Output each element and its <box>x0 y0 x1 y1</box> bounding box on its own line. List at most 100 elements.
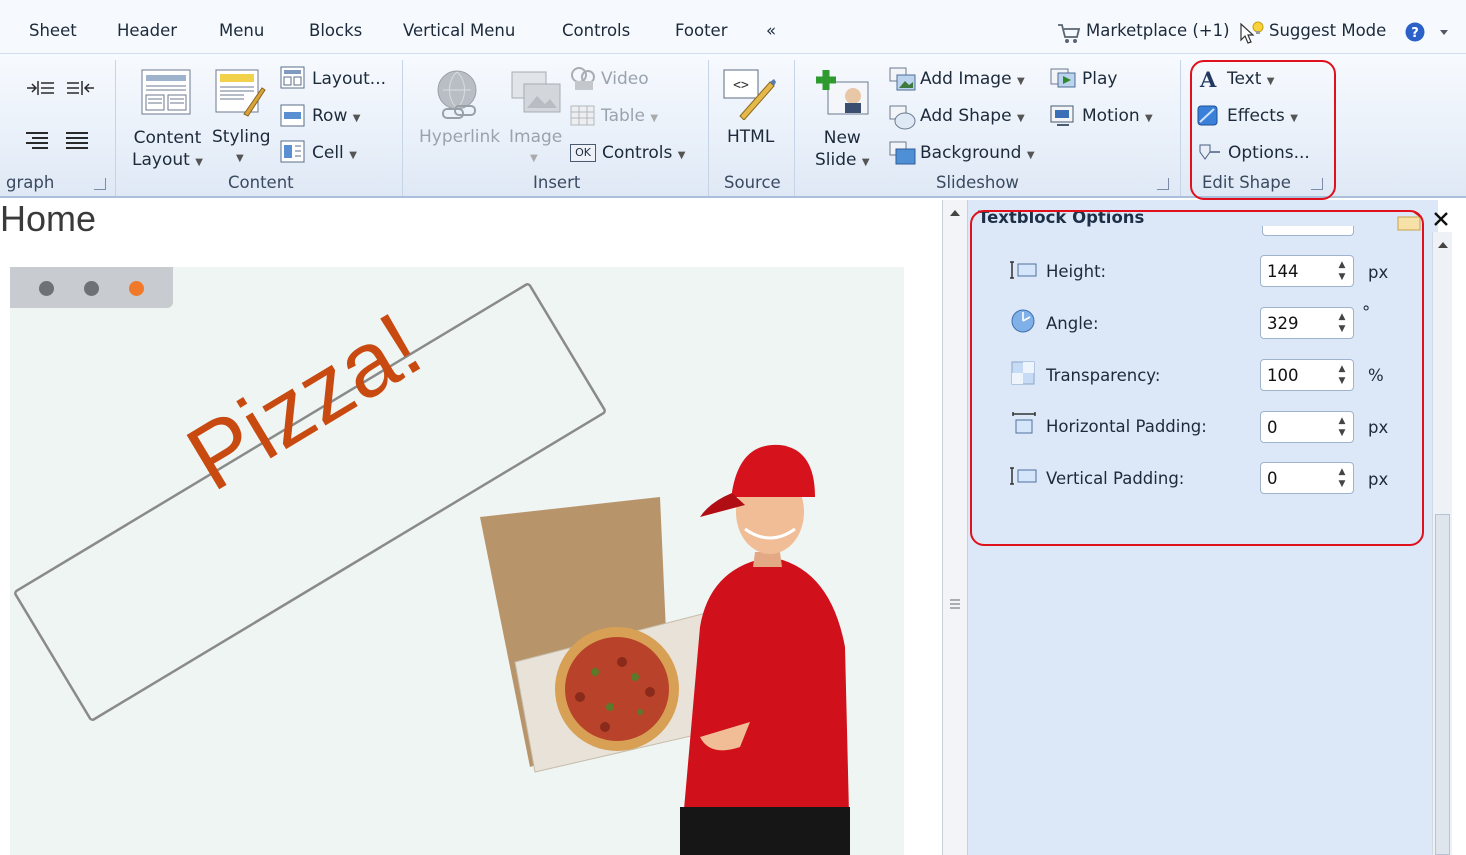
tab-footer[interactable]: Footer <box>675 21 728 40</box>
caret-down-icon: ▼ <box>1145 113 1153 124</box>
add-shape-button[interactable]: Add Shape ▼ <box>920 106 1025 126</box>
slide-pager <box>10 267 173 308</box>
tab-sheet[interactable]: Sheet <box>29 21 77 40</box>
insert-group-label: Insert <box>533 173 581 192</box>
paragraph-group-label: graph <box>6 173 55 192</box>
slideshow-launcher-icon[interactable] <box>1157 178 1169 190</box>
content-group-label: Content <box>228 173 294 192</box>
slide-dot-3-active[interactable] <box>129 281 144 296</box>
paragraph-launcher-icon[interactable] <box>94 178 106 190</box>
caret-down-icon: ▼ <box>236 153 244 164</box>
row-icon <box>280 104 305 127</box>
group-separator <box>794 60 795 196</box>
suggest-mode-button[interactable]: Suggest Mode <box>1269 21 1386 40</box>
add-image-button[interactable]: Add Image ▼ <box>920 69 1025 89</box>
caret-down-icon: ▼ <box>861 157 870 168</box>
new-slide-label-2: Slide <box>815 150 857 170</box>
html-button[interactable]: HTML <box>727 127 774 147</box>
tab-menu[interactable]: Menu <box>219 21 264 40</box>
scroll-up-icon[interactable] <box>1437 240 1449 250</box>
add-shape-label: Add Shape <box>920 106 1012 126</box>
layout-icon <box>280 66 305 89</box>
add-shape-icon <box>889 105 916 130</box>
grip-icon <box>950 599 960 609</box>
caret-down-icon: ▼ <box>1016 113 1025 124</box>
cell-label: Cell <box>312 143 344 163</box>
cart-icon <box>1058 24 1081 43</box>
caret-down-icon: ▼ <box>349 150 357 161</box>
group-separator <box>1180 60 1181 196</box>
indent-icon[interactable] <box>26 78 56 98</box>
align-right-icon[interactable] <box>24 130 50 150</box>
collapse-ribbon-button[interactable]: « <box>766 21 776 40</box>
close-panel-icon[interactable] <box>1432 210 1450 228</box>
tab-vertical-menu[interactable]: Vertical Menu <box>403 21 515 40</box>
background-button[interactable]: Background ▼ <box>920 143 1035 163</box>
caret-down-icon: ▼ <box>195 157 203 168</box>
table-button[interactable]: Table ▼ <box>601 106 658 126</box>
controls-icon: OK <box>570 144 596 162</box>
panel-scrollbar[interactable] <box>1432 232 1452 855</box>
cell-icon <box>280 140 305 163</box>
new-slide-icon <box>816 70 869 115</box>
image-button[interactable]: Image <box>509 127 562 147</box>
menu-tab-bar: Sheet Header Menu Blocks Vertical Menu C… <box>0 0 1466 54</box>
play-button[interactable]: Play <box>1082 69 1117 89</box>
content-layout-icon <box>141 69 191 115</box>
background-label: Background <box>920 143 1022 163</box>
content-layout-button[interactable]: Content Layout ▼ <box>132 127 203 174</box>
add-image-icon <box>889 67 916 91</box>
controls-label: Controls <box>602 143 673 163</box>
image-icon <box>511 71 561 113</box>
caret-down-icon: ▼ <box>677 150 686 161</box>
play-icon <box>1050 68 1076 88</box>
video-button[interactable]: Video <box>601 69 649 89</box>
caret-down-icon: ▼ <box>1016 76 1025 87</box>
new-slide-button[interactable]: New Slide ▼ <box>815 127 870 174</box>
page-title: Home <box>0 198 97 239</box>
group-separator <box>402 60 403 196</box>
slide-canvas[interactable]: Pizza! <box>10 267 904 855</box>
motion-button[interactable]: Motion ▼ <box>1082 106 1153 126</box>
table-label: Table <box>601 106 645 126</box>
slide-dot-2[interactable] <box>84 281 99 296</box>
slide-dot-1[interactable] <box>39 281 54 296</box>
tab-header[interactable]: Header <box>117 21 177 40</box>
svg-text:?: ? <box>1411 26 1419 41</box>
help-icon[interactable]: ? <box>1404 21 1426 43</box>
marketplace-link[interactable]: Marketplace (+1) <box>1086 21 1230 40</box>
controls-button[interactable]: Controls ▼ <box>602 143 685 163</box>
row-button[interactable]: Row ▼ <box>312 106 360 126</box>
html-source-icon: <> <box>723 69 776 120</box>
group-separator <box>708 60 709 196</box>
hyperlink-button[interactable]: Hyperlink <box>419 127 500 147</box>
svg-text:<>: <> <box>733 78 749 93</box>
layout-button[interactable]: Layout... <box>312 69 386 89</box>
hyperlink-icon <box>437 70 477 119</box>
caret-down-icon: ▼ <box>1026 150 1035 161</box>
content-layout-label-1: Content <box>133 128 202 148</box>
justify-icon[interactable] <box>64 130 90 150</box>
row-label: Row <box>312 106 348 126</box>
tab-blocks[interactable]: Blocks <box>309 21 362 40</box>
slideshow-group-label: Slideshow <box>936 173 1019 192</box>
scroll-up-icon[interactable] <box>949 208 961 218</box>
panel-splitter[interactable] <box>942 200 968 855</box>
caret-down-icon: ▼ <box>530 153 538 164</box>
suggest-mode-icon <box>1240 21 1264 44</box>
scroll-thumb[interactable] <box>1435 514 1450 855</box>
tab-controls[interactable]: Controls <box>562 21 630 40</box>
slide-artwork <box>14 283 850 855</box>
styling-icon <box>215 69 266 117</box>
cell-button[interactable]: Cell ▼ <box>312 143 357 163</box>
styling-button[interactable]: Styling <box>212 127 271 147</box>
outdent-icon[interactable] <box>66 78 96 98</box>
add-image-label: Add Image <box>920 69 1012 89</box>
edit-shape-highlight <box>1190 60 1336 200</box>
chevron-down-icon[interactable] <box>1438 28 1450 38</box>
options-highlight <box>970 210 1424 546</box>
content-layout-label-2: Layout <box>132 150 190 170</box>
motion-icon <box>1050 105 1074 126</box>
background-icon <box>889 141 916 165</box>
group-separator <box>115 60 116 196</box>
